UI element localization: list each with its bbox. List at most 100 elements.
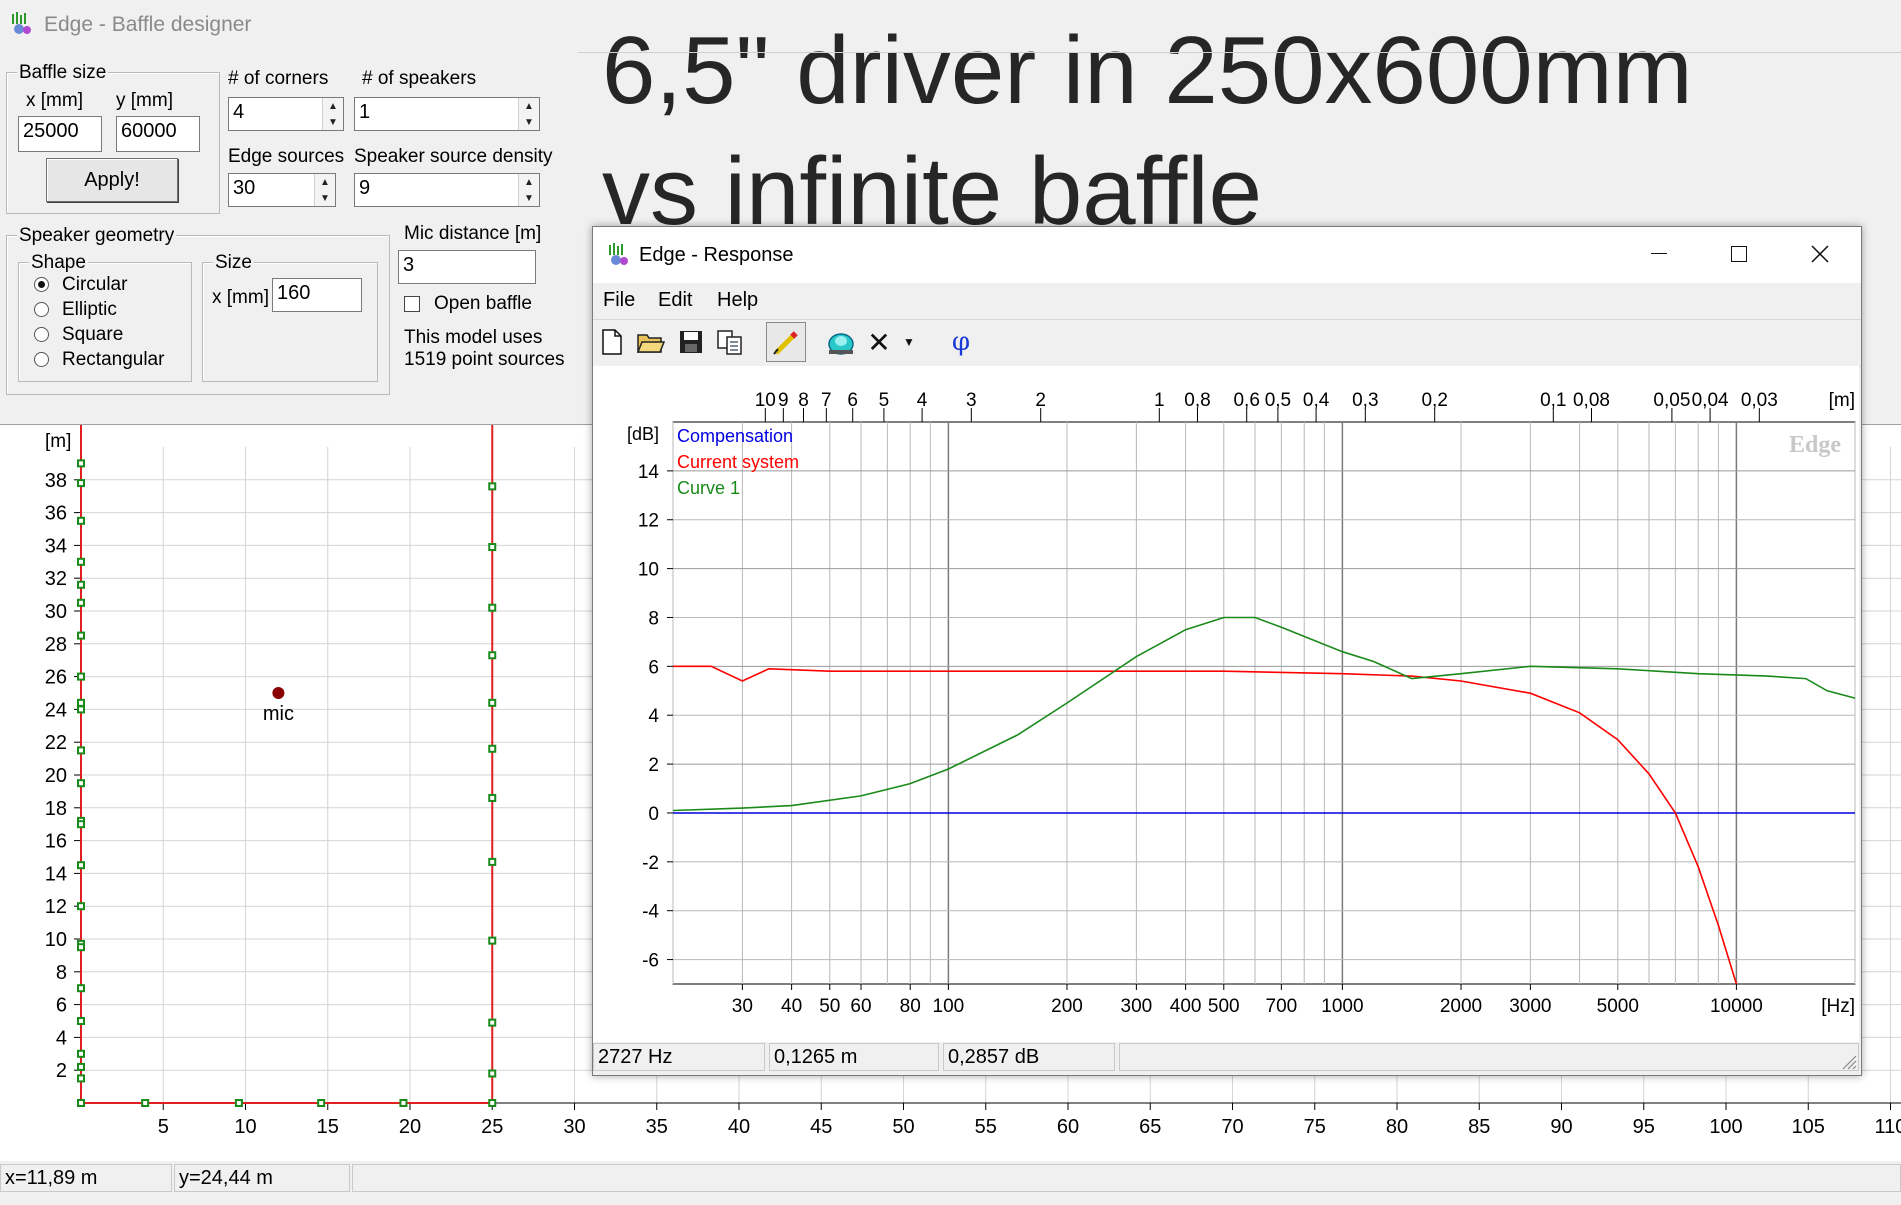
response-chart-area[interactable]: -6 -4 -2 0 2 4 6 8 10 12 14 [dB] 30 40 50 60 80 100 200 300… xyxy=(593,366,1859,1042)
x-tick-label: 90 xyxy=(1550,1116,1572,1138)
edge-source-point xyxy=(488,1069,497,1078)
edge-sources-spin-buttons[interactable]: ▲ ▼ xyxy=(314,174,335,206)
speakers-spin-buttons[interactable]: ▲ ▼ xyxy=(518,98,539,130)
open-baffle-checkbox[interactable] xyxy=(404,296,420,312)
edge-source-point xyxy=(488,543,497,552)
resize-grip-icon[interactable] xyxy=(1839,1052,1857,1070)
spin-down-icon[interactable]: ▼ xyxy=(315,190,335,206)
speakers-spinbox[interactable]: 1 ▲ ▼ xyxy=(354,97,540,131)
top-tick-label: 0,6 xyxy=(1233,390,1259,411)
x-unit-label: [Hz] xyxy=(1821,996,1855,1017)
close-icon[interactable] xyxy=(1811,245,1829,263)
phase-button[interactable]: φ xyxy=(941,322,981,362)
y-tick-label: 8 xyxy=(56,962,67,984)
edge-source-point xyxy=(399,1099,408,1107)
y-tick-label: 12 xyxy=(45,896,67,918)
speaker-button[interactable] xyxy=(821,322,861,362)
spin-down-icon[interactable]: ▼ xyxy=(323,114,343,130)
y-tick-label: 18 xyxy=(45,798,67,820)
edge-source-point xyxy=(488,482,497,491)
radio-circular[interactable] xyxy=(34,277,49,292)
y-tick-label: -4 xyxy=(642,902,659,923)
radio-elliptic[interactable] xyxy=(34,302,49,317)
top-tick-label: 4 xyxy=(917,390,928,411)
corners-label: # of corners xyxy=(228,68,329,89)
speaker-density-spin-buttons[interactable]: ▲ ▼ xyxy=(518,174,539,206)
x-tick-label: 80 xyxy=(900,996,921,1017)
spin-up-icon[interactable]: ▲ xyxy=(519,98,539,114)
edge-source-point xyxy=(488,1018,497,1027)
apply-button[interactable]: Apply! xyxy=(46,158,178,202)
copy-button[interactable] xyxy=(710,322,750,362)
radio-elliptic-label[interactable]: Elliptic xyxy=(62,299,117,321)
menu-help[interactable]: Help xyxy=(717,289,758,312)
maximize-icon[interactable] xyxy=(1731,246,1747,262)
legend-entry: Curve 1 xyxy=(677,478,740,498)
spin-up-icon[interactable]: ▲ xyxy=(315,174,335,190)
y-tick-label: 8 xyxy=(648,608,659,629)
open-baffle-label[interactable]: Open baffle xyxy=(434,293,532,315)
x-tick-label: 300 xyxy=(1121,996,1153,1017)
spin-down-icon[interactable]: ▼ xyxy=(519,190,539,206)
response-status-level: 0,2857 dB xyxy=(943,1043,1115,1071)
y-tick-label: 16 xyxy=(45,831,67,853)
response-chart-svg[interactable]: -6-4-202468101214[dB]30 40 50 60 80 100 200 300… xyxy=(593,366,1859,1042)
speaker-density-spinbox[interactable]: 9 ▲ ▼ xyxy=(354,173,540,207)
edge-source-point xyxy=(77,705,85,714)
edge-source-point xyxy=(234,1099,243,1107)
radio-square[interactable] xyxy=(34,327,49,342)
x-tick-label: 60 xyxy=(850,996,871,1017)
x-tick-label: 1000 xyxy=(1321,996,1363,1017)
edge-source-point xyxy=(488,698,497,707)
spin-down-icon[interactable]: ▼ xyxy=(519,114,539,130)
main-status-y: y=24,44 m xyxy=(174,1164,350,1192)
radio-rectangular[interactable] xyxy=(34,352,49,367)
spin-up-icon[interactable]: ▲ xyxy=(323,98,343,114)
size-x-input[interactable]: 160 xyxy=(272,278,362,312)
x-tick-label: 15 xyxy=(317,1116,339,1138)
edge-source-point xyxy=(77,1017,85,1025)
new-file-button[interactable] xyxy=(592,322,632,362)
open-folder-button[interactable] xyxy=(631,322,671,362)
top-tick-label: 9 xyxy=(778,390,789,411)
menu-file[interactable]: File xyxy=(603,289,635,312)
draw-button[interactable] xyxy=(766,322,806,362)
y-tick-label: -2 xyxy=(642,853,659,874)
radio-circular-label[interactable]: Circular xyxy=(62,274,127,296)
x-tick-label: 50 xyxy=(892,1116,914,1138)
edge-sources-spinbox[interactable]: 30 ▲ ▼ xyxy=(228,173,336,207)
response-status-freq: 2727 Hz xyxy=(593,1043,765,1071)
radio-rectangular-label[interactable]: Rectangular xyxy=(62,349,164,371)
save-button[interactable] xyxy=(671,322,711,362)
y-unit-label: [dB] xyxy=(627,424,659,444)
x-tick-label: 35 xyxy=(646,1116,668,1138)
baffle-x-input[interactable]: 25000 xyxy=(18,116,102,152)
x-tick-label: 40 xyxy=(781,996,802,1017)
y-tick-label: 20 xyxy=(45,765,67,787)
delete-dropdown-button[interactable]: ▼ xyxy=(897,322,921,362)
x-tick-label: 400 xyxy=(1170,996,1202,1017)
x-tick-label: 200 xyxy=(1051,996,1083,1017)
corners-spinbox[interactable]: 4 ▲ ▼ xyxy=(228,97,344,131)
top-tick-label: 0,04 xyxy=(1692,390,1729,411)
minimize-icon[interactable] xyxy=(1651,253,1667,254)
y-tick-label: 6 xyxy=(56,995,67,1017)
corners-spin-buttons[interactable]: ▲ ▼ xyxy=(322,98,343,130)
edge-source-point xyxy=(77,779,85,788)
spin-up-icon[interactable]: ▲ xyxy=(519,174,539,190)
radio-square-label[interactable]: Square xyxy=(62,324,123,346)
heading-line-1: 6,5" driver in 250x600mm xyxy=(602,17,1693,124)
delete-button[interactable]: ✕ xyxy=(859,322,899,362)
edge-source-point xyxy=(77,1062,85,1071)
baffle-x-label: x [mm] xyxy=(26,90,83,111)
y-tick-label: 38 xyxy=(45,470,67,492)
new-file-icon xyxy=(602,329,622,355)
shape-legend: Shape xyxy=(29,252,88,274)
baffle-y-input[interactable]: 60000 xyxy=(116,116,200,152)
y-tick-label: 14 xyxy=(638,462,660,483)
mic-distance-input[interactable]: 3 xyxy=(398,250,536,284)
menu-edit[interactable]: Edit xyxy=(658,289,692,312)
edge-source-point xyxy=(141,1099,150,1107)
x-tick-label: 55 xyxy=(975,1116,997,1138)
edge-source-point xyxy=(77,459,85,468)
